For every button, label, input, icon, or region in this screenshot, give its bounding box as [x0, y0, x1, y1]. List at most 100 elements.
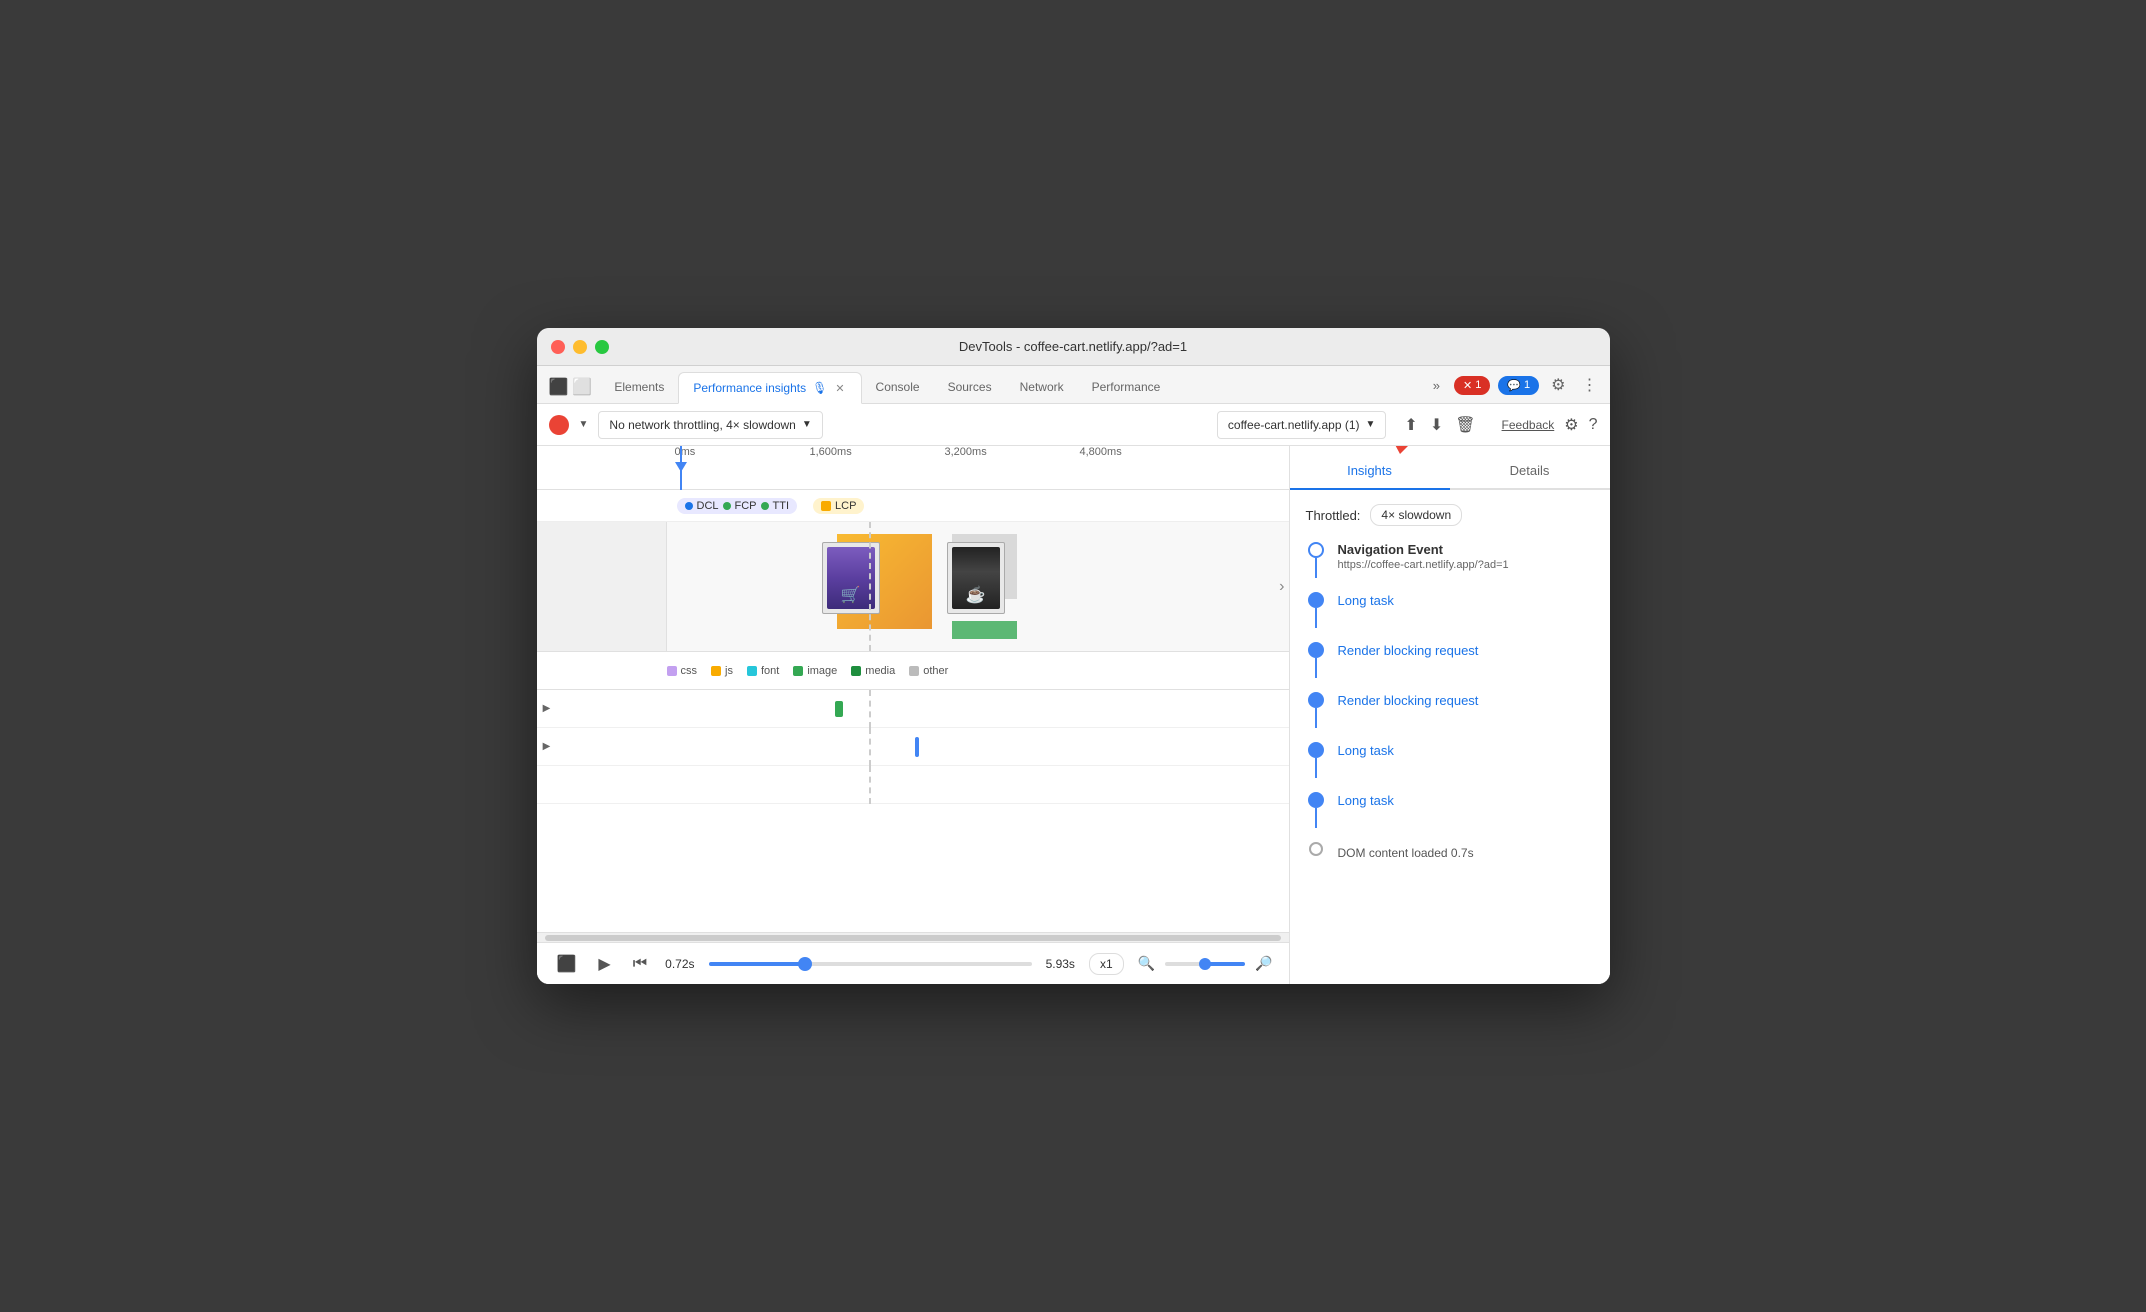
insights-content: Throttled: 4× slowdown Navigation Event …: [1290, 490, 1610, 984]
nav-line: [1315, 558, 1317, 578]
css-label: css: [681, 665, 698, 677]
help-icon[interactable]: ?: [1589, 416, 1598, 434]
url-dropdown[interactable]: coffee-cart.netlify.app (1) ▼: [1217, 411, 1387, 439]
close-button[interactable]: [551, 340, 565, 354]
tab-insights[interactable]: Insights: [1290, 453, 1450, 490]
resource-row-3: [537, 766, 1289, 804]
title-bar: DevTools - coffee-cart.netlify.app/?ad=1: [537, 328, 1610, 366]
skip-start-button[interactable]: ⏮: [629, 951, 651, 977]
row2-dashed: [869, 728, 871, 766]
long-task-3-link[interactable]: Long task: [1338, 793, 1394, 808]
settings-button[interactable]: ⚙: [1547, 371, 1569, 399]
screenshot-thumb-2[interactable]: ☕: [947, 542, 1005, 614]
tab-sources[interactable]: Sources: [934, 371, 1006, 403]
render-block-1-entry: Render blocking request: [1306, 642, 1594, 678]
tab-console[interactable]: Console: [862, 371, 934, 403]
thumb-2-icon: ☕: [966, 585, 986, 605]
render-blocking-1-link[interactable]: Render blocking request: [1338, 643, 1479, 658]
throttle-arrow: ▼: [802, 419, 812, 430]
horizontal-scrollbar[interactable]: [537, 932, 1289, 942]
throttled-label: Throttled:: [1306, 508, 1361, 523]
tab-console-label: Console: [876, 380, 920, 394]
expand-panel-button[interactable]: ›: [1279, 578, 1284, 596]
row-2-expand[interactable]: ▶: [537, 728, 557, 766]
media-dot: [851, 666, 861, 676]
maximize-button[interactable]: [595, 340, 609, 354]
tab-network[interactable]: Network: [1006, 371, 1078, 403]
inspect-icon[interactable]: ⬜: [572, 377, 592, 397]
lcp-green-bar: [952, 621, 1017, 639]
tab-details[interactable]: Details: [1450, 453, 1610, 490]
zoom-slider[interactable]: [1165, 962, 1245, 966]
scrollbar-thumb: [545, 935, 1281, 941]
toolbar-icons: ⬆ ⬇ 🗑: [1404, 415, 1475, 435]
playback-slider[interactable]: [709, 962, 1032, 966]
rb1-line: [1315, 658, 1317, 678]
row3-dashed: [869, 766, 871, 804]
legend-row: css js font image media: [537, 652, 1289, 690]
tab-elements[interactable]: Elements: [600, 371, 678, 403]
render-blocking-2-link[interactable]: Render blocking request: [1338, 693, 1479, 708]
timeline-header: 0ms 1,600ms 3,200ms 4,800ms: [537, 446, 1289, 490]
tab-performance-label: Performance: [1092, 380, 1161, 394]
tti-label: TTI: [773, 500, 790, 512]
toolbar: ▼ No network throttling, 4× slowdown ▼ c…: [537, 404, 1610, 446]
lcp-label: LCP: [835, 500, 856, 512]
feedback-link[interactable]: Feedback: [1502, 418, 1555, 432]
nav-url: https://coffee-cart.netlify.app/?ad=1: [1338, 559, 1594, 571]
more-tabs-button[interactable]: »: [1427, 374, 1446, 397]
legend-js: js: [711, 665, 733, 677]
time-marker-0ms: 0ms: [675, 446, 696, 458]
tab-close-button[interactable]: ✕: [833, 380, 846, 397]
bottom-controls: ⬛ ▶ ⏮ 0.72s 5.93s x1 🔍 🔎: [537, 942, 1289, 984]
window-title: DevTools - coffee-cart.netlify.app/?ad=1: [959, 339, 1187, 354]
rb2-connector: [1306, 692, 1326, 728]
zoom-out-icon[interactable]: 🔍: [1138, 955, 1155, 972]
dcl-milestone: DCL FCP TTI: [677, 498, 798, 514]
tab-performance-insights[interactable]: Performance insights 🎙 ✕: [678, 372, 861, 404]
zoom-in-icon[interactable]: 🔎: [1255, 955, 1272, 972]
panel-settings-icon[interactable]: ⚙: [1564, 415, 1578, 435]
long-task-1-link[interactable]: Long task: [1338, 593, 1394, 608]
image-label: image: [807, 665, 837, 677]
error-count: 1: [1475, 379, 1481, 391]
font-label: font: [761, 665, 779, 677]
screenshot-thumb-1[interactable]: 🛒: [822, 542, 880, 614]
download-icon[interactable]: ⬇: [1430, 415, 1443, 435]
cursor-icon[interactable]: ⬛: [549, 377, 569, 397]
record-button[interactable]: [549, 415, 569, 435]
lt3-circle: [1308, 792, 1324, 808]
tab-bar-actions: » ✕ 1 💬 1 ⚙ ⋮: [1427, 371, 1602, 403]
speed-selector[interactable]: x1: [1089, 953, 1124, 975]
caption-icon[interactable]: ⬛: [553, 950, 581, 978]
legend-font: font: [747, 665, 779, 677]
fcp-label: FCP: [735, 500, 757, 512]
message-badge: 💬 1: [1498, 376, 1539, 395]
legend-other: other: [909, 665, 948, 677]
throttle-value: 4× slowdown: [1370, 504, 1462, 526]
upload-icon[interactable]: ⬆: [1404, 415, 1417, 435]
media-label: media: [865, 665, 895, 677]
lt2-line: [1315, 758, 1317, 778]
time-marker-3200ms: 3,200ms: [945, 446, 987, 458]
delete-icon[interactable]: 🗑: [1455, 415, 1475, 435]
thumb-1-inner: 🛒: [827, 547, 875, 609]
other-dot: [909, 666, 919, 676]
more-menu-button[interactable]: ⋮: [1578, 371, 1602, 399]
throttle-label: No network throttling, 4× slowdown: [609, 418, 795, 432]
tab-performance[interactable]: Performance: [1078, 371, 1175, 403]
nav-event-entry: Navigation Event https://coffee-cart.net…: [1306, 542, 1594, 578]
dom-label: DOM content loaded 0.7s: [1338, 846, 1594, 860]
record-dropdown-arrow[interactable]: ▼: [579, 419, 589, 430]
minimize-button[interactable]: [573, 340, 587, 354]
speed-value: x1: [1100, 957, 1113, 971]
tab-performance-insights-label: Performance insights: [693, 381, 806, 395]
row-1-expand[interactable]: ▶: [537, 690, 557, 728]
play-button[interactable]: ▶: [594, 950, 614, 978]
throttle-dropdown[interactable]: No network throttling, 4× slowdown ▼: [598, 411, 822, 439]
long-task-2-entry: Long task: [1306, 742, 1594, 778]
long-task-2-link[interactable]: Long task: [1338, 743, 1394, 758]
rb1-circle: [1308, 642, 1324, 658]
resource-rows: ▶ ▶: [537, 690, 1289, 932]
lt1-connector: [1306, 592, 1326, 628]
